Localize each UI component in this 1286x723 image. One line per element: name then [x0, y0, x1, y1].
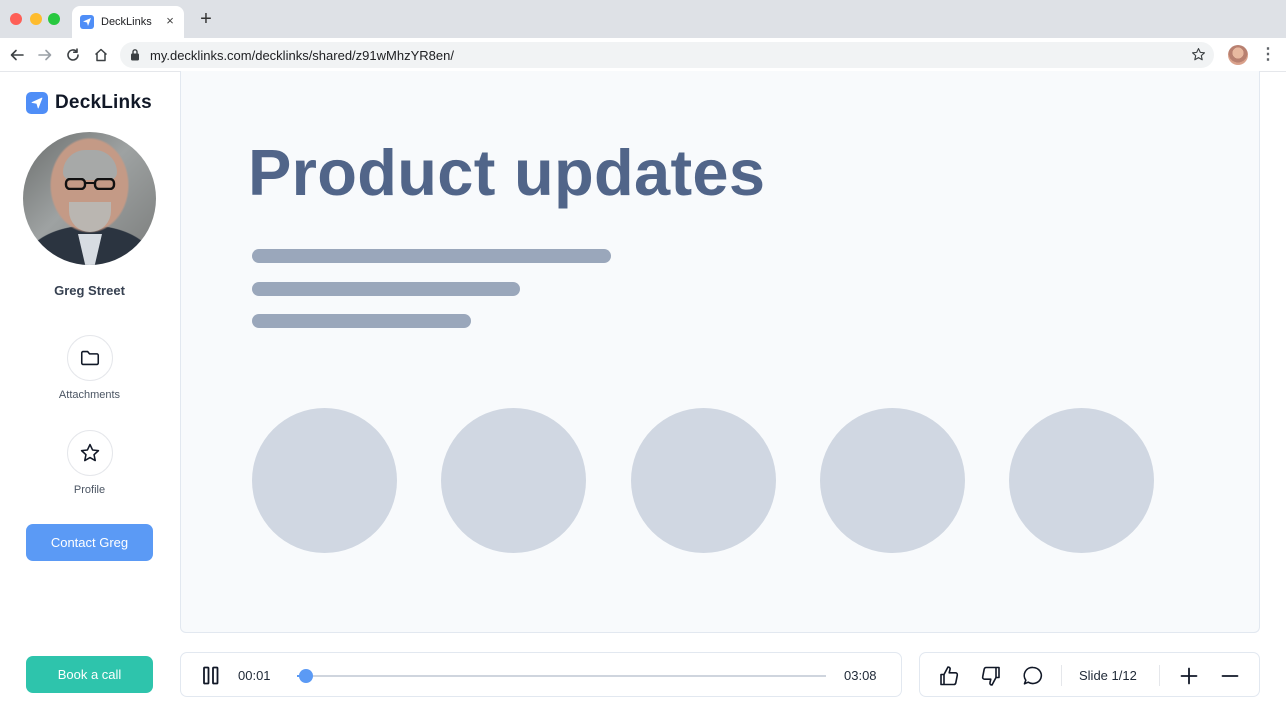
- bookmark-star-icon[interactable]: [1191, 47, 1206, 67]
- attachments-label: Attachments: [58, 389, 121, 401]
- progress-track[interactable]: [297, 669, 826, 683]
- image-placeholder: [441, 408, 586, 553]
- tab-close-icon[interactable]: ×: [162, 13, 178, 29]
- home-icon[interactable]: [91, 45, 111, 65]
- tab-title: DeckLinks: [101, 16, 152, 28]
- lock-icon: [130, 48, 140, 66]
- forward-arrow-icon[interactable]: [35, 45, 55, 65]
- contact-button[interactable]: Contact Greg: [26, 524, 153, 561]
- window-minimize-button[interactable]: [30, 13, 42, 25]
- browser-tab[interactable]: DeckLinks ×: [72, 6, 184, 38]
- zoom-out-icon[interactable]: [1218, 664, 1242, 688]
- thumbs-down-icon[interactable]: [979, 664, 1003, 688]
- decklinks-favicon-icon: [80, 15, 94, 29]
- slide-title: Product updates: [248, 136, 766, 209]
- address-bar[interactable]: my.decklinks.com/decklinks/shared/z91wMh…: [120, 42, 1214, 68]
- profile-action: Profile: [0, 430, 179, 496]
- book-call-button[interactable]: Book a call: [26, 656, 153, 693]
- text-placeholder-line: [252, 314, 471, 328]
- browser-menu-icon[interactable]: ⋮: [1260, 46, 1276, 64]
- profile-button[interactable]: [66, 430, 113, 476]
- image-placeholder: [252, 408, 397, 553]
- new-tab-button[interactable]: +: [196, 9, 216, 29]
- divider: [1159, 665, 1160, 686]
- slide-controls: Slide 1/12: [919, 652, 1260, 697]
- image-placeholder: [1009, 408, 1154, 553]
- folder-icon: [80, 350, 99, 366]
- attachments-action: Attachments: [0, 335, 179, 401]
- window-maximize-button[interactable]: [48, 13, 60, 25]
- browser-toolbar: my.decklinks.com/decklinks/shared/z91wMh…: [0, 38, 1286, 72]
- reload-icon[interactable]: [63, 45, 83, 65]
- profile-label: Profile: [73, 484, 106, 496]
- zoom-in-icon[interactable]: [1177, 664, 1201, 688]
- progress-handle[interactable]: [299, 669, 313, 683]
- star-icon: [80, 443, 99, 462]
- text-placeholder-line: [252, 249, 611, 263]
- presenter-avatar: [23, 132, 156, 265]
- browser-profile-avatar[interactable]: [1228, 45, 1248, 65]
- image-placeholder: [631, 408, 776, 553]
- divider: [1061, 665, 1062, 686]
- pause-icon[interactable]: [202, 666, 220, 685]
- back-arrow-icon[interactable]: [7, 45, 27, 65]
- brand-logo[interactable]: DeckLinks: [26, 92, 152, 114]
- thumbs-up-icon[interactable]: [937, 664, 961, 688]
- slide-counter: Slide 1/12: [1079, 668, 1137, 683]
- decklinks-logo-icon: [26, 92, 48, 114]
- browser-tab-bar: DeckLinks × +: [0, 0, 1286, 38]
- playback-bar: 00:01 03:08: [180, 652, 902, 697]
- url-text: my.decklinks.com/decklinks/shared/z91wMh…: [150, 48, 454, 63]
- window-close-button[interactable]: [10, 13, 22, 25]
- image-placeholder: [820, 408, 965, 553]
- comment-icon[interactable]: [1021, 664, 1045, 688]
- brand-name: DeckLinks: [55, 92, 152, 113]
- presenter-name: Greg Street: [54, 283, 125, 298]
- text-placeholder-line: [252, 282, 520, 296]
- total-time: 03:08: [844, 668, 877, 683]
- current-time: 00:01: [238, 668, 271, 683]
- slide-canvas: Product updates: [180, 71, 1260, 633]
- attachments-button[interactable]: [66, 335, 113, 381]
